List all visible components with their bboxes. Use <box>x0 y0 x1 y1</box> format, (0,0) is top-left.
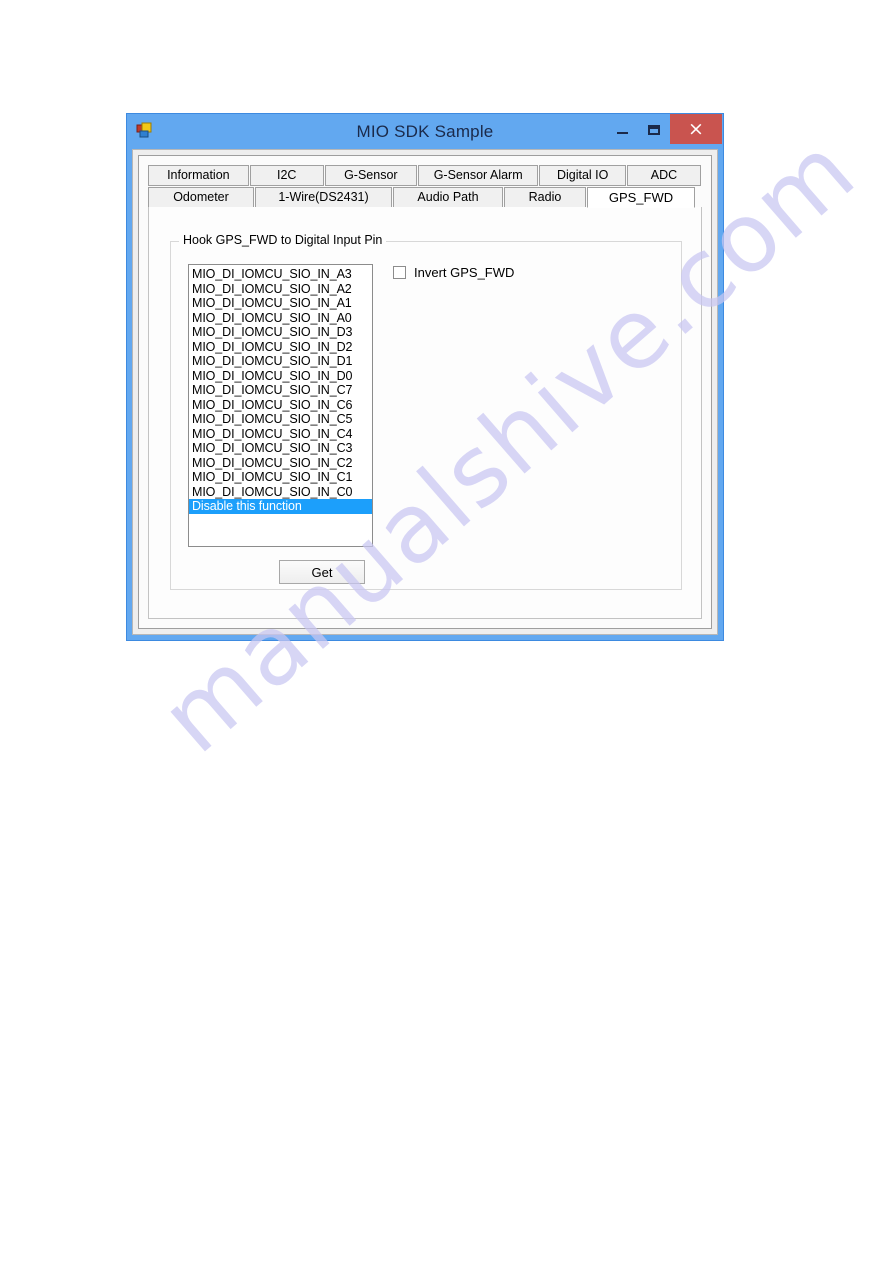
minimize-icon <box>616 131 628 134</box>
tab-radio[interactable]: Radio <box>504 187 586 208</box>
group-box-hook-gps-fwd: Hook GPS_FWD to Digital Input Pin MIO_DI… <box>170 233 682 590</box>
tab-i2c[interactable]: I2C <box>249 165 324 186</box>
list-item[interactable]: MIO_DI_IOMCU_SIO_IN_C1 <box>189 470 372 485</box>
list-item[interactable]: MIO_DI_IOMCU_SIO_IN_C3 <box>189 441 372 456</box>
application-window: MIO SDK Sample × Information I2C G-Sensor G… <box>126 113 724 641</box>
invert-gps-fwd-label: Invert GPS_FWD <box>414 265 515 280</box>
tab-g-sensor[interactable]: G-Sensor <box>324 165 417 186</box>
client-inner-panel: Information I2C G-Sensor G-Sensor Alarm Digi… <box>138 155 712 629</box>
list-item[interactable]: MIO_DI_IOMCU_SIO_IN_A0 <box>189 311 372 326</box>
tab-adc[interactable]: ADC <box>626 165 701 186</box>
list-item[interactable]: Disable this function <box>189 499 372 514</box>
close-icon: × <box>688 117 704 140</box>
app-form-icon <box>136 122 153 139</box>
tab-audio-path[interactable]: Audio Path <box>393 187 503 208</box>
invert-gps-fwd-checkbox[interactable] <box>393 266 406 279</box>
list-item[interactable]: MIO_DI_IOMCU_SIO_IN_A2 <box>189 282 372 297</box>
list-item[interactable]: MIO_DI_IOMCU_SIO_IN_C0 <box>189 485 372 500</box>
maximize-icon <box>648 124 660 135</box>
tab-information[interactable]: Information <box>148 165 249 186</box>
tab-gps-fwd[interactable]: GPS_FWD <box>587 187 695 208</box>
tab-content-gps-fwd: Hook GPS_FWD to Digital Input Pin MIO_DI… <box>148 207 702 619</box>
list-item[interactable]: MIO_DI_IOMCU_SIO_IN_A3 <box>189 267 372 282</box>
tab-row-2: Odometer 1-Wire(DS2431) Audio Path Radio GPS… <box>148 187 702 208</box>
list-item[interactable]: MIO_DI_IOMCU_SIO_IN_C5 <box>189 412 372 427</box>
group-box-label: Hook GPS_FWD to Digital Input Pin <box>179 233 387 247</box>
list-item[interactable]: MIO_DI_IOMCU_SIO_IN_C6 <box>189 398 372 413</box>
list-item[interactable]: MIO_DI_IOMCU_SIO_IN_D2 <box>189 340 372 355</box>
list-item[interactable]: MIO_DI_IOMCU_SIO_IN_C2 <box>189 456 372 471</box>
pin-listbox[interactable]: MIO_DI_IOMCU_SIO_IN_A3 MIO_DI_IOMCU_SIO_I… <box>188 264 373 547</box>
list-item[interactable]: MIO_DI_IOMCU_SIO_IN_D1 <box>189 354 372 369</box>
list-item[interactable]: MIO_DI_IOMCU_SIO_IN_C7 <box>189 383 372 398</box>
minimize-button[interactable] <box>607 114 637 145</box>
maximize-button[interactable] <box>639 114 669 145</box>
list-item[interactable]: MIO_DI_IOMCU_SIO_IN_D0 <box>189 369 372 384</box>
list-item[interactable]: MIO_DI_IOMCU_SIO_IN_D3 <box>189 325 372 340</box>
tab-digital-io[interactable]: Digital IO <box>539 165 626 186</box>
client-area: Information I2C G-Sensor G-Sensor Alarm Digi… <box>132 149 718 635</box>
tab-1-wire-ds2431[interactable]: 1-Wire(DS2431) <box>255 187 392 208</box>
list-item[interactable]: MIO_DI_IOMCU_SIO_IN_A1 <box>189 296 372 311</box>
tab-strip: Information I2C G-Sensor G-Sensor Alarm Digi… <box>148 165 702 208</box>
title-bar[interactable]: MIO SDK Sample × <box>127 114 723 149</box>
invert-gps-fwd-row[interactable]: Invert GPS_FWD <box>393 265 514 280</box>
get-button[interactable]: Get <box>279 560 365 584</box>
list-item[interactable]: MIO_DI_IOMCU_SIO_IN_C4 <box>189 427 372 442</box>
close-button[interactable]: × <box>670 114 722 144</box>
tab-odometer[interactable]: Odometer <box>148 187 254 208</box>
tab-g-sensor-alarm[interactable]: G-Sensor Alarm <box>417 165 539 186</box>
tab-row-1: Information I2C G-Sensor G-Sensor Alarm Digi… <box>148 165 702 186</box>
